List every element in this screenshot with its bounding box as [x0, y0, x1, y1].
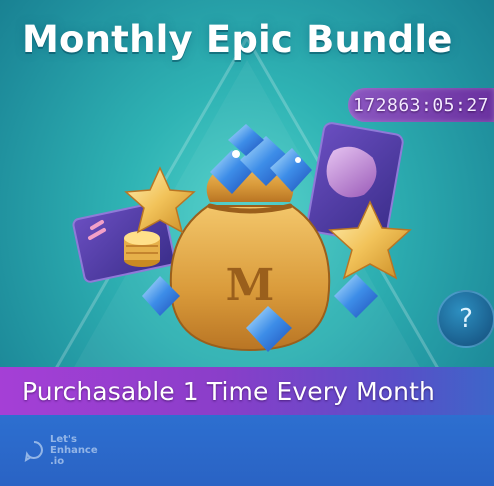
watermark-logo-icon: [24, 440, 43, 462]
money-bag-icon: M: [169, 160, 331, 352]
purchase-limit-text: Purchasable 1 Time Every Month: [22, 376, 435, 406]
watermark-text: Let's Enhance .io: [50, 434, 98, 467]
purple-card-icon: [306, 122, 404, 244]
watermark: Let's Enhance .io: [24, 434, 110, 467]
help-button[interactable]: ?: [437, 290, 494, 348]
coin-stack-icon: [124, 231, 160, 267]
help-icon: ?: [459, 304, 473, 334]
purchase-limit-banner: Purchasable 1 Time Every Month: [0, 367, 494, 415]
bundle-title: Monthly Epic Bundle: [22, 18, 453, 61]
bundle-art: M: [72, 122, 412, 352]
blue-diamond-icon: [334, 274, 378, 318]
bag-letter: M: [226, 260, 275, 311]
